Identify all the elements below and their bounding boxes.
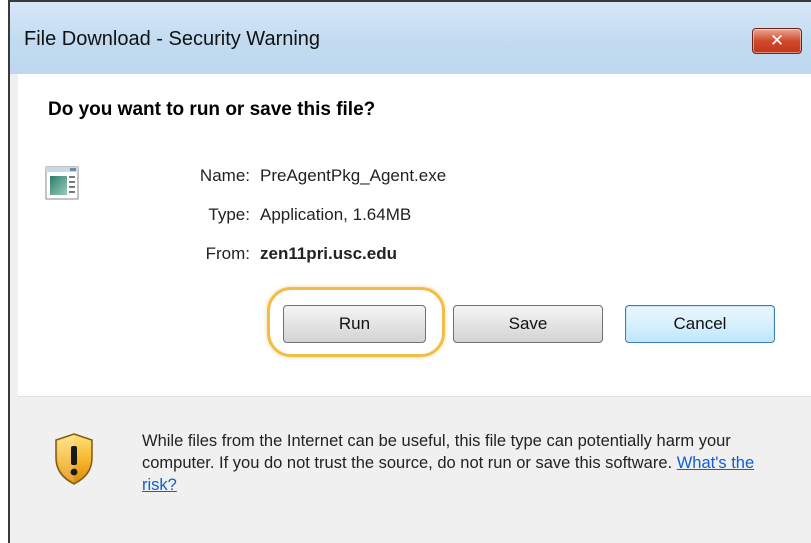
name-label: Name: [199,166,250,185]
save-button[interactable]: Save [453,305,603,343]
cancel-button[interactable]: Cancel [625,305,775,343]
from-label: From: [205,244,250,263]
type-label: Type: [208,205,250,224]
security-warning-dialog: File Download - Security Warning ✕ Do yo… [8,0,811,543]
type-value: Application, 1.64MB [260,205,412,224]
close-icon: ✕ [769,31,785,51]
title-bar[interactable]: File Download - Security Warning ✕ [10,2,811,74]
warning-text: While files from the Internet can be use… [142,432,731,472]
close-button[interactable]: ✕ [752,28,802,54]
window-title: File Download - Security Warning [24,28,321,50]
shield-warning-icon [55,433,93,485]
dialog-body: Do you want to run or save this file? Na [18,74,811,543]
warning-message: While files from the Internet can be use… [142,430,792,496]
dialog-question: Do you want to run or save this file? [48,99,376,120]
name-value: PreAgentPkg_Agent.exe [260,166,447,185]
file-info-panel: Do you want to run or save this file? Na [18,74,811,397]
from-value: zen11pri.usc.edu [260,244,397,263]
run-button[interactable]: Run [283,305,426,343]
application-file-icon [45,166,79,200]
